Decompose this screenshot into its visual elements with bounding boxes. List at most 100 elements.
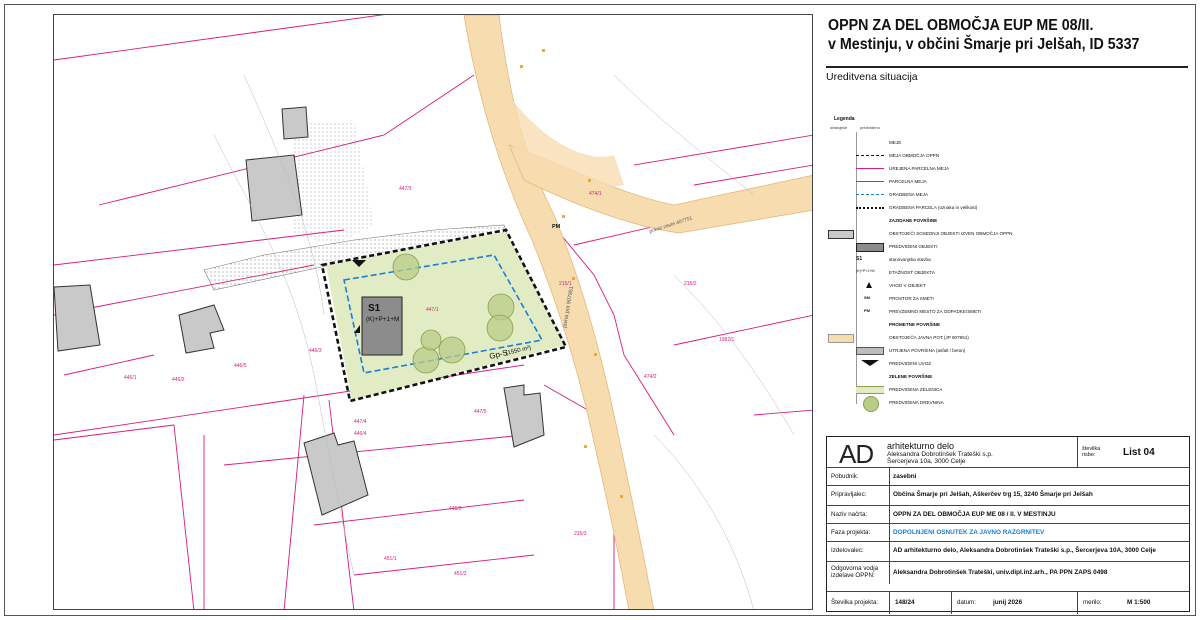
building-floors-label: (K)+P+1+M <box>366 316 399 323</box>
legend-label: MEJA OBMOČJA OPPN <box>889 153 940 158</box>
legend-item: (K)+P+1+M ETAŽNOST OBJEKTA <box>826 268 1076 278</box>
legend-item: UTRJENA POVRŠINA (asfalt / beton) <box>826 346 1076 356</box>
legend-label: OBSTOJEČA JAVNA POT (JP 907951) <box>889 335 969 340</box>
title-block-label: Naziv načrta: <box>831 511 868 518</box>
title-line-2: v Mestinju, v občini Šmarje pri Jelšah, … <box>828 36 1140 53</box>
legend-col-planned: predvideno <box>860 125 880 130</box>
legend-label: ETAŽNOST OBJEKTA <box>889 270 935 275</box>
title-block-row: Odgovorna vodja izdelave OPPN: Aleksandra… <box>827 561 1189 584</box>
company-line-3: Šercerjeva 10a, 3000 Celje <box>887 458 966 465</box>
legend-item: MEJA OBMOČJA OPPN <box>826 151 1076 161</box>
title-block-value: DOPOLNJENI OSNUTEK ZA JAVNO RAZGRNITEV <box>893 529 1045 536</box>
legend-label: UREJENA PARCELNA MEJA <box>889 166 950 171</box>
legend-symbol <box>856 373 884 381</box>
pm-label: PM <box>552 224 561 230</box>
title-block-value: zasebni <box>893 473 917 480</box>
legend-symbol: (K)+P+1+M <box>856 269 875 273</box>
title-block: AD arhitekturno delo Aleksandra Dobrotin… <box>826 436 1190 614</box>
legend-item: PREDVIDENI UVOZ <box>826 359 1076 369</box>
svg-text:446/4: 446/4 <box>354 431 367 437</box>
legend-symbol: SM <box>864 295 870 300</box>
legend-symbol <box>856 396 884 412</box>
legend-symbol <box>828 334 884 343</box>
legend-symbol <box>856 386 884 394</box>
legend-item: PREDVIDENI OBJEKTI <box>826 242 1076 252</box>
legend-label: GRADBENA PARCELA (oznaka in velikost) <box>889 205 978 210</box>
title-block-row: Naziv načrta: OPPN ZA DEL OBMOČJA EUP ME … <box>827 505 1189 524</box>
legend-label: PREDVIDENA ZELENICA <box>889 387 943 392</box>
title-block-label: Faza projekta: <box>831 529 871 536</box>
legend-item: S1 stanovanjska stavba <box>826 255 1076 265</box>
company-name: arhitekturno delo <box>887 441 955 451</box>
svg-text:446/3: 446/3 <box>309 348 322 354</box>
title-block-row: Faza projekta: DOPOLNJENI OSNUTEK ZA JAVN… <box>827 523 1189 542</box>
legend-symbol <box>856 165 884 173</box>
svg-text:215/3: 215/3 <box>574 531 587 537</box>
legend-label: OBSTOJEČI SOSEDNJI OBJEKTI IZVEN OBMOČJA… <box>889 231 1013 236</box>
paved-yard <box>294 120 374 245</box>
legend-label: PARCELNA MEJA <box>889 179 927 184</box>
legend-symbol <box>856 191 884 199</box>
title-block-row: Pobudnik: zasebni <box>827 467 1189 486</box>
title-block-row: Pripravljalec: Občina Šmarje pri Jelšah, … <box>827 485 1189 506</box>
legend-label: stanovanjska stavba <box>889 257 931 262</box>
legend-item: PARCELNA MEJA <box>826 177 1076 187</box>
svg-text:447/3: 447/3 <box>399 186 412 192</box>
title-block-value: Občina Šmarje pri Jelšah, Aškerčev trg 1… <box>893 491 1093 498</box>
legend-label: ZAZIDANE POVRŠINE <box>889 218 938 223</box>
scale-value: M 1:500 <box>1127 599 1151 606</box>
legend-item: SM PROSTOR ZA SMETI <box>826 294 1076 304</box>
legend-label: GRADBENA MEJA <box>889 192 929 197</box>
legend-label: PREDVIDENI UVOZ <box>889 361 932 366</box>
legend-item: PROMETNE POVRŠINE <box>826 320 1076 330</box>
svg-text:215/1: 215/1 <box>559 281 572 287</box>
legend-symbol <box>856 204 884 212</box>
legend-label: PREDVIDENI OBJEKTI <box>889 244 938 249</box>
legend-heading: Legenda <box>834 116 855 122</box>
sheet-number: List 04 <box>1123 447 1155 458</box>
legend-symbol <box>856 243 884 252</box>
title-block-value: Aleksandra Dobrotinšek Trateški, univ.di… <box>893 569 1108 576</box>
legend: Legenda obstoječe predvideno MEJE MEJA OB… <box>826 116 1076 412</box>
title-block-value: AD arhitekturno delo, Aleksandra Dobroti… <box>893 547 1156 554</box>
legend-item: PREDVIDENA DREVNINA <box>826 396 1076 412</box>
legend-symbol <box>856 347 884 355</box>
legend-col-existing: obstoječe <box>830 125 848 130</box>
legend-symbol <box>856 321 884 329</box>
legend-item: PREDVIDENA ZELENICA <box>826 385 1076 395</box>
legend-symbol: S1 <box>856 256 863 262</box>
legend-label: PROSTOR ZA SMETI <box>889 296 934 301</box>
project-number: 148/24 <box>895 599 915 606</box>
drawing-subtitle: Ureditvena situacija <box>826 71 918 83</box>
legend-item: OBSTOJEČA JAVNA POT (JP 907951) <box>826 333 1076 343</box>
scale-label: merilo: <box>1083 599 1102 606</box>
legend-symbol <box>856 152 884 160</box>
page-title: OPPN ZA DEL OBMOČJA EUP ME 08/II. v Mest… <box>828 16 1139 54</box>
project-number-label: Številka projekta: <box>831 599 879 606</box>
title-line-1: OPPN ZA DEL OBMOČJA EUP ME 08/II. <box>828 17 1094 34</box>
legend-label: ZELENE POVRŠINE <box>889 374 933 379</box>
company-line-2: Aleksandra Dobrotinšek Trateški s.p. <box>887 451 993 458</box>
svg-text:451/2: 451/2 <box>454 571 467 577</box>
company-logo: AD <box>839 439 874 469</box>
company-header: AD arhitekturno delo Aleksandra Dobrotin… <box>827 437 1189 469</box>
legend-item: ZAZIDANE POVRŠINE <box>826 216 1076 226</box>
legend-item: UREJENA PARCELNA MEJA <box>826 164 1076 174</box>
legend-item: VHOD V OBJEKT <box>826 281 1076 291</box>
svg-text:445/3: 445/3 <box>449 506 462 512</box>
legend-label: PREVZEMNO MESTO ZA ODPADKE/SMETI <box>889 309 982 314</box>
legend-symbol <box>856 282 884 290</box>
title-block-label: Pobudnik: <box>831 473 859 480</box>
legend-symbol <box>856 178 884 186</box>
svg-text:446/2: 446/2 <box>172 377 185 383</box>
legend-label: PROMETNE POVRŠINE <box>889 322 941 327</box>
title-block-label: Izdelovalec: <box>831 547 864 554</box>
legend-label: MEJE <box>889 140 902 145</box>
legend-symbol: PM <box>864 308 870 313</box>
legend-symbol <box>828 230 884 239</box>
site-plan-drawing: S1 (K)+P+1+M Gp-S (1550 m²) PM javna pot… <box>54 15 812 609</box>
legend-item: MEJE <box>826 138 1076 148</box>
svg-text:447/5: 447/5 <box>474 409 487 415</box>
svg-text:474/1: 474/1 <box>589 191 602 197</box>
legend-item: ZELENE POVRŠINE <box>826 372 1076 382</box>
